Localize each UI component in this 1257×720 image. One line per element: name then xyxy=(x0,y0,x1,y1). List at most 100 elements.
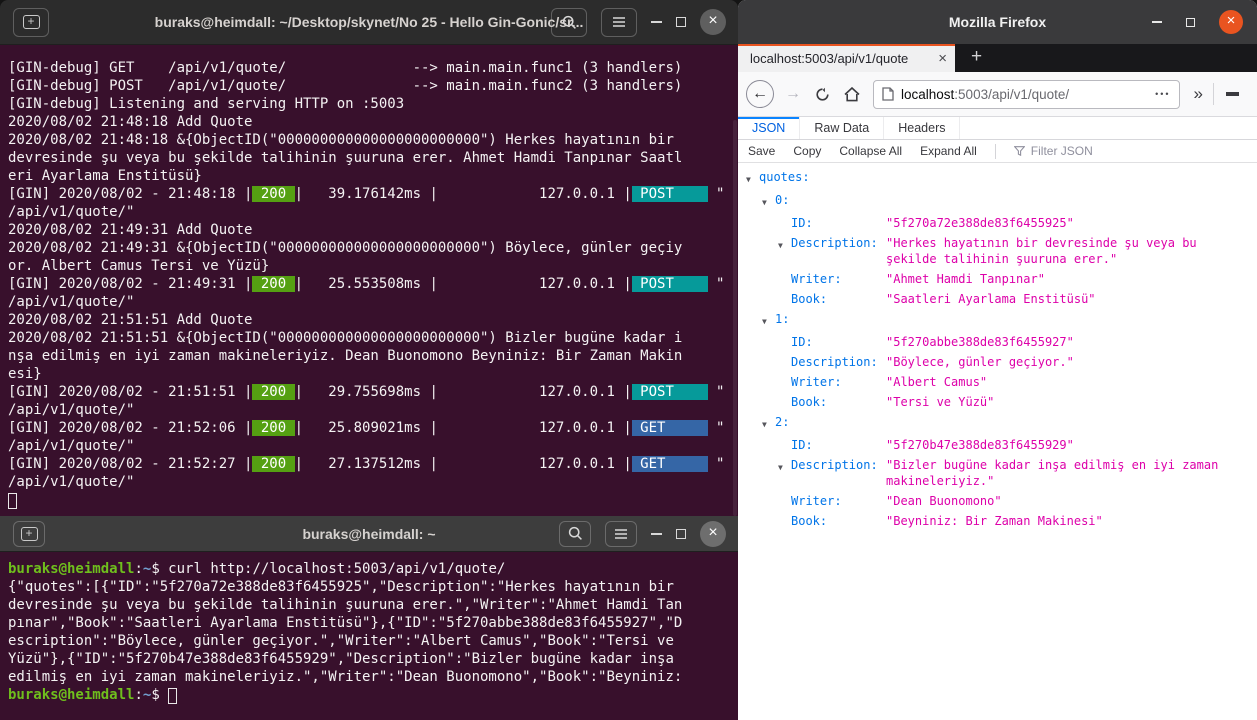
tab-headers[interactable]: Headers xyxy=(884,117,961,139)
forward-button[interactable]: → xyxy=(778,85,808,103)
filter-json-input[interactable] xyxy=(1030,144,1247,158)
json-row: ▼ Description: "Bizler bugüne kadar inşa e… xyxy=(738,457,1253,489)
close-button[interactable]: × xyxy=(1219,10,1243,34)
terminal-text-segment: pınar","Book":"Saatleri Ayarlama Enstitü… xyxy=(8,615,683,631)
overflow-menu-button[interactable]: » xyxy=(1186,84,1211,104)
terminal-line: [GIN] 2020/08/02 - 21:52:06 | 200 | 25.8… xyxy=(8,419,738,437)
terminal-line: {"quotes":[{"ID":"5f270a72e388de83f64559… xyxy=(8,578,738,596)
firefox-titlebar[interactable]: Mozilla Firefox × xyxy=(738,0,1257,44)
minimize-button[interactable] xyxy=(651,21,662,23)
json-row: Writer: "Dean Buonomono" xyxy=(738,493,1253,509)
terminal-text-segment: 2020/08/02 21:51:51 Add Quote xyxy=(8,312,253,328)
terminal-line: Yüzü"},{"ID":"5f270b47e388de83f6455929",… xyxy=(8,650,738,668)
home-button[interactable] xyxy=(837,86,867,102)
json-key[interactable]: quotes: xyxy=(759,169,810,185)
search-button[interactable] xyxy=(551,7,587,37)
json-row: ID: "5f270abbe388de83f6455927" xyxy=(738,334,1253,350)
maximize-icon xyxy=(676,17,686,27)
close-button[interactable]: × xyxy=(700,9,726,35)
json-key[interactable]: Book: xyxy=(791,394,827,410)
terminal-text-segment: [GIN] 2020/08/02 - 21:52:06 | xyxy=(8,420,253,436)
terminal-line: [GIN-debug] POST /api/v1/quote/ --> main… xyxy=(8,77,738,95)
json-key-cell: ▼ Description: xyxy=(738,235,886,267)
json-key[interactable]: ID: xyxy=(791,215,813,231)
tab-title: localhost:5003/api/v1/quote xyxy=(750,50,935,66)
back-button[interactable]: ← xyxy=(746,80,774,108)
json-key[interactable]: Book: xyxy=(791,291,827,307)
json-key[interactable]: 0: xyxy=(775,192,789,208)
save-button[interactable]: Save xyxy=(748,144,775,158)
tab-close-button[interactable]: × xyxy=(938,50,947,67)
menu-button[interactable] xyxy=(601,7,637,37)
url-bar[interactable]: localhost:5003/api/v1/quote/ ••• xyxy=(873,79,1180,109)
expand-arrow-icon[interactable]: ▼ xyxy=(746,169,759,188)
json-key[interactable]: ID: xyxy=(791,437,813,453)
terminal-line: 2020/08/02 21:51:51 Add Quote xyxy=(8,311,738,329)
new-tab-button[interactable]: + xyxy=(13,520,45,547)
tab-raw-data[interactable]: Raw Data xyxy=(800,117,885,139)
new-tab-button[interactable]: + xyxy=(955,44,998,72)
json-key-cell: ▼ Description: xyxy=(738,457,886,489)
json-key[interactable]: Book: xyxy=(791,513,827,529)
terminal-output[interactable]: [GIN-debug] GET /api/v1/quote/ --> main.… xyxy=(0,45,738,516)
json-key-cell: Book: xyxy=(738,291,886,307)
expand-arrow-icon[interactable]: ▼ xyxy=(762,414,775,433)
minimize-button[interactable] xyxy=(651,532,662,535)
terminal-text-segment: $ xyxy=(151,687,169,703)
minimize-button[interactable] xyxy=(1152,21,1162,23)
json-key[interactable]: Description: xyxy=(791,457,878,473)
expand-all-button[interactable]: Expand All xyxy=(920,144,977,158)
json-value: "Herkes hayatının bir devresinde şu veya… xyxy=(886,236,1204,266)
terminal-scrollbar[interactable] xyxy=(733,120,737,516)
terminal-window-gin-server: buraks@heimdall: ~/Desktop/skynet/No 25 … xyxy=(0,0,738,516)
expand-arrow-icon[interactable]: ▼ xyxy=(762,192,775,211)
minimize-icon xyxy=(651,532,662,535)
close-button[interactable]: × xyxy=(700,520,726,547)
terminal-line: 2020/08/02 21:51:51 &{ObjectID("00000000… xyxy=(8,329,738,347)
terminal-titlebar[interactable]: buraks@heimdall: ~/Desktop/skynet/No 25 … xyxy=(0,0,738,45)
browser-tab[interactable]: localhost:5003/api/v1/quote × xyxy=(738,44,955,72)
expand-arrow-icon[interactable]: ▼ xyxy=(778,235,791,254)
expand-arrow-icon[interactable]: ▼ xyxy=(778,457,791,476)
copy-button[interactable]: Copy xyxy=(793,144,821,158)
tab-json[interactable]: JSON xyxy=(738,117,801,139)
terminal-text-segment: | 27.137512ms | 127.0.0.1 | xyxy=(294,456,632,472)
expand-arrow-icon[interactable]: ▼ xyxy=(762,311,775,330)
json-key[interactable]: Writer: xyxy=(791,374,842,390)
terminal-titlebar[interactable]: buraks@heimdall: ~ + × xyxy=(0,516,738,552)
json-key[interactable]: ID: xyxy=(791,334,813,350)
terminal-cursor xyxy=(168,688,178,704)
terminal-window-curl: buraks@heimdall: ~ + × buraks@heimdall:~… xyxy=(0,516,738,720)
maximize-icon xyxy=(676,528,686,539)
terminal-line: buraks@heimdall:~$ xyxy=(8,686,738,704)
terminal-text-segment: " xyxy=(707,384,725,400)
terminal-line: /api/v1/quote/" xyxy=(8,203,738,221)
terminal-line: 2020/08/02 21:49:31 &{ObjectID("00000000… xyxy=(8,239,738,257)
json-value xyxy=(886,311,1253,330)
json-row: Writer: "Albert Camus" xyxy=(738,374,1253,390)
terminal-text-segment: escription":"Böylece, günler geçiyor.","… xyxy=(8,633,674,649)
maximize-button[interactable] xyxy=(676,17,686,27)
new-tab-button[interactable]: + xyxy=(13,7,49,37)
maximize-button[interactable] xyxy=(676,528,686,539)
terminal-text-segment: 200 xyxy=(252,276,295,292)
close-icon: × xyxy=(1226,12,1236,29)
terminal-output[interactable]: buraks@heimdall:~$ curl http://localhost… xyxy=(0,552,738,720)
collapse-all-button[interactable]: Collapse All xyxy=(839,144,902,158)
reload-button[interactable] xyxy=(808,87,837,102)
json-key[interactable]: Writer: xyxy=(791,271,842,287)
page-actions-button[interactable]: ••• xyxy=(1155,89,1170,99)
close-icon: × xyxy=(708,523,718,541)
json-key[interactable]: 2: xyxy=(775,414,789,430)
menu-button[interactable] xyxy=(605,520,637,547)
terminal-line: [GIN-debug] GET /api/v1/quote/ --> main.… xyxy=(8,59,738,77)
terminal-text-segment: devresinde şu veya bu şekilde talihinin … xyxy=(8,597,683,613)
json-key[interactable]: 1: xyxy=(775,311,789,327)
json-key[interactable]: Writer: xyxy=(791,493,842,509)
terminal-text-segment: 2020/08/02 21:48:18 &{ObjectID("00000000… xyxy=(8,132,674,148)
search-button[interactable] xyxy=(559,520,591,547)
app-menu-button[interactable] xyxy=(1216,91,1249,97)
json-key[interactable]: Description: xyxy=(791,235,878,251)
json-key[interactable]: Description: xyxy=(791,354,878,370)
maximize-button[interactable] xyxy=(1186,17,1195,27)
